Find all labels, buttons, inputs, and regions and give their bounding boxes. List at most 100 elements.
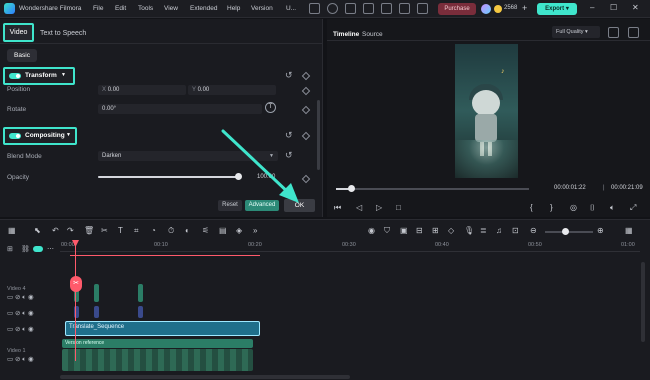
track-visibility-icon[interactable]: ◉ <box>28 310 34 317</box>
color-icon[interactable]: ◐ <box>185 226 190 235</box>
frame-icon[interactable]: ▣ <box>400 226 408 235</box>
layout-view-icon[interactable] <box>628 27 639 38</box>
more-tools-icon[interactable]: » <box>253 226 257 235</box>
audio-icon[interactable]: ♫ <box>496 226 502 235</box>
timeline-clip[interactable] <box>138 284 143 302</box>
zoom-out-icon[interactable]: ⊖ <box>530 226 537 235</box>
previous-frame-icon[interactable]: ⏮ <box>334 203 341 213</box>
menu-version[interactable]: Version <box>251 5 273 12</box>
zoom-in-icon[interactable]: ⊕ <box>597 226 604 235</box>
tab-text-to-speech[interactable]: Text to Speech <box>40 30 86 37</box>
transform-toggle[interactable] <box>9 73 21 79</box>
detach-icon[interactable]: ⊡ <box>512 226 519 235</box>
subtab-basic[interactable]: Basic <box>7 49 37 62</box>
mark-in-icon[interactable]: { <box>530 203 533 212</box>
menu-tools[interactable]: Tools <box>138 5 153 12</box>
grid-icon[interactable]: ▦ <box>625 226 633 235</box>
compositing-chevron-icon[interactable]: ▼ <box>66 132 71 138</box>
timer-icon[interactable]: ⏱ <box>168 226 174 236</box>
step-back-icon[interactable]: ◁ <box>356 203 362 212</box>
download-icon[interactable] <box>417 3 428 14</box>
undo-icon[interactable]: ↶ <box>52 226 59 235</box>
zoom-slider-handle[interactable] <box>562 228 569 235</box>
close-icon[interactable]: ✕ <box>632 3 639 12</box>
track-visibility-icon[interactable]: ◉ <box>28 294 34 301</box>
track-audio-icon[interactable]: 🔈︎ <box>22 356 26 363</box>
purchase-button[interactable]: Purchase <box>438 3 476 15</box>
camera-icon[interactable]: ⌷ <box>590 203 595 213</box>
ai-icon[interactable]: ◈ <box>236 226 242 235</box>
menu-more[interactable]: U... <box>286 5 296 12</box>
timeline-clip[interactable] <box>94 306 99 318</box>
layout-icon[interactable] <box>309 3 320 14</box>
compositing-toggle[interactable] <box>9 133 21 139</box>
play-icon[interactable]: ▷ <box>376 203 382 212</box>
layout-toggle-icon[interactable]: ▦ <box>8 226 16 235</box>
adjust-icon[interactable]: ⚟ <box>202 226 209 235</box>
mark-out-icon[interactable]: } <box>550 203 553 212</box>
menu-extended[interactable]: Extended <box>190 5 217 12</box>
track-options-icon[interactable]: ⋯ <box>47 245 54 253</box>
track-visibility-icon[interactable]: ◉ <box>28 326 34 333</box>
playback-scrubber[interactable] <box>336 188 529 190</box>
position-y-field[interactable]: Y 0.00 <box>188 85 276 95</box>
shield-icon[interactable]: ⛉ <box>384 226 390 236</box>
compositing-header[interactable]: Compositing ▼ <box>3 127 77 145</box>
split-marker-icon[interactable]: ✂ <box>70 276 82 292</box>
track-audio-icon[interactable]: 🔈︎ <box>22 294 26 301</box>
tab-video[interactable]: Video <box>3 23 34 42</box>
reference-clip[interactable]: Version reference <box>62 339 253 348</box>
upload-icon[interactable] <box>327 3 338 14</box>
rotate-field[interactable]: 0.00° <box>98 104 262 114</box>
menu-view[interactable]: View <box>164 5 178 12</box>
fullscreen-icon[interactable]: ⤢ <box>630 203 636 213</box>
snapshot-icon[interactable] <box>608 27 619 38</box>
track-lock-icon[interactable]: ⊘ <box>15 310 20 317</box>
work-area-bar[interactable] <box>70 255 260 256</box>
video-strip-clip[interactable] <box>62 349 253 371</box>
ai-cutout-icon[interactable]: ◉ <box>368 226 375 235</box>
audio-mixer-icon[interactable]: ≣ <box>480 226 487 235</box>
track-lock-icon[interactable]: ⊘ <box>15 326 20 333</box>
transform-header[interactable]: Transform ▼ <box>3 67 75 85</box>
sequence-clip[interactable]: Translate_Sequence <box>65 321 260 336</box>
text-icon[interactable]: T <box>118 226 123 235</box>
transform-chevron-icon[interactable]: ▼ <box>61 72 66 78</box>
zoom-slider[interactable] <box>545 231 593 233</box>
track-lock-icon[interactable]: ⊘ <box>15 294 20 301</box>
timeline-vertical-scrollbar[interactable] <box>641 262 645 342</box>
transform-reset-icon[interactable]: ↺ <box>285 70 293 81</box>
export-button[interactable]: Export ▾ <box>537 3 577 15</box>
marker-icon[interactable]: ◇ <box>448 226 454 235</box>
tab-source[interactable]: Source <box>362 31 383 38</box>
redo-icon[interactable]: ↷ <box>67 226 74 235</box>
magnet-toggle[interactable] <box>33 246 43 252</box>
mask-icon[interactable]: ▤ <box>219 226 227 235</box>
grid-icon[interactable] <box>381 3 392 14</box>
select-icon[interactable]: ⬉ <box>34 226 41 235</box>
render-icon[interactable]: ◎ <box>570 203 577 212</box>
timeline-horizontal-scrollbar[interactable] <box>60 375 350 379</box>
rotate-dial-icon[interactable]: T <box>265 102 276 113</box>
avatar[interactable] <box>481 4 491 14</box>
headphones-icon[interactable] <box>363 3 374 14</box>
maximize-icon[interactable]: ☐ <box>610 3 617 12</box>
track-audio-icon[interactable]: 🔈︎ <box>22 310 26 317</box>
menu-edit[interactable]: Edit <box>115 5 126 12</box>
snap-icon[interactable]: ⊞ <box>432 226 439 235</box>
properties-scrollbar[interactable] <box>317 100 320 170</box>
track-audio-icon[interactable]: 🔈︎ <box>22 326 26 333</box>
position-x-field[interactable]: X 0.00 <box>98 85 186 95</box>
notification-icon[interactable] <box>399 3 410 14</box>
cut-icon[interactable]: ✂ <box>101 226 108 235</box>
speed-icon[interactable]: ◔ <box>151 226 156 235</box>
crop-icon[interactable]: ⌗ <box>134 226 139 236</box>
playhead-line[interactable] <box>75 241 76 361</box>
add-credits-icon[interactable]: + <box>522 3 527 13</box>
stop-icon[interactable]: □ <box>396 203 401 212</box>
image-icon[interactable] <box>345 3 356 14</box>
quality-select[interactable]: Full Quality ▾ <box>552 26 600 38</box>
mic-icon[interactable]: 🎙︎ <box>464 226 474 235</box>
volume-icon[interactable]: 🔈︎ <box>610 203 615 213</box>
video-frame[interactable]: ♪ <box>455 44 518 178</box>
